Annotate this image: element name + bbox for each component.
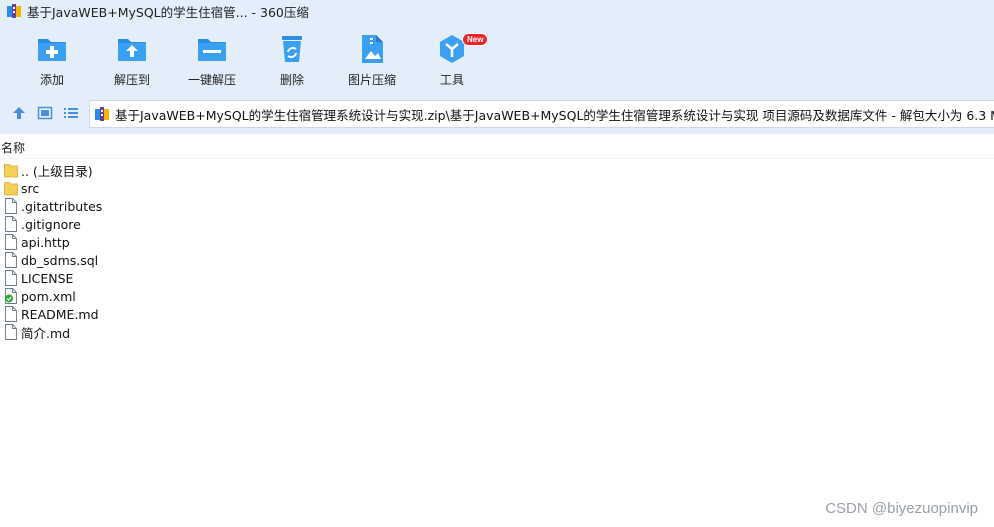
file-icon [5,324,17,340]
list-view-icon[interactable] [63,105,79,121]
column-header-name[interactable]: 名称 [0,139,994,159]
watermark: CSDN @biyezuopinvip [825,500,978,517]
new-badge: New [462,33,489,46]
file-list: .. (上级目录) src .gitattributes .gitignore … [0,161,994,341]
list-item-file[interactable]: .gitattributes [0,197,994,215]
extract-to-label: 解压到 [113,73,150,87]
extract-folder-icon [118,39,146,61]
file-name: 简介.md [21,325,71,341]
file-icon [5,306,17,322]
file-icon [5,252,17,268]
one-click-extract-label: 一键解压 [187,73,236,87]
zip-archive-icon [95,107,109,121]
archive-app-icon [7,4,21,18]
tools-label: 工具 [439,73,464,87]
folder-icon [4,164,18,178]
file-name: pom.xml [21,288,76,304]
toolbar: 添加 解压到 一键解压 删除 图片压缩 New 工具 [0,22,994,92]
add-folder-icon [38,39,66,61]
recycle-bin-icon [282,36,302,62]
file-icon [5,270,17,286]
delete-button[interactable]: 删除 [252,32,332,92]
file-name: src [21,180,40,196]
xml-file-icon [5,288,17,304]
file-name: README.md [21,306,99,322]
list-item-file[interactable]: db_sdms.sql [0,251,994,269]
list-item-file[interactable]: LICENSE [0,269,994,287]
add-label: 添加 [39,73,64,87]
window-title: 基于JavaWEB+MySQL的学生住宿管... - 360压缩 [27,4,309,20]
list-item-file[interactable]: README.md [0,305,994,323]
delete-label: 删除 [279,73,304,87]
list-item-folder[interactable]: src [0,179,994,197]
list-item-file[interactable]: pom.xml [0,287,994,305]
up-arrow-icon[interactable] [11,105,27,121]
one-click-extract-button[interactable]: 一键解压 [172,32,252,92]
image-compress-button[interactable]: 图片压缩 [332,32,412,92]
file-name: LICENSE [21,270,74,286]
list-item-file[interactable]: 简介.md [0,323,994,341]
file-name: .. (上级目录) [21,163,93,179]
add-button[interactable]: 添加 [12,32,92,92]
file-name: api.http [21,234,70,250]
list-item-file[interactable]: .gitignore [0,215,994,233]
file-name: .gitattributes [21,198,103,214]
file-name: .gitignore [21,216,81,232]
file-name: db_sdms.sql [21,252,99,268]
file-icon [5,216,17,232]
path-text: 基于JavaWEB+MySQL的学生住宿管理系统设计与实现.zip\基于Java… [115,107,994,123]
list-item-parent[interactable]: .. (上级目录) [0,161,994,179]
image-compress-label: 图片压缩 [347,73,396,87]
list-item-file[interactable]: api.http [0,233,994,251]
file-icon [5,198,17,214]
title-bar: 基于JavaWEB+MySQL的学生住宿管... - 360压缩 [0,0,994,22]
path-bar[interactable]: 基于JavaWEB+MySQL的学生住宿管理系统设计与实现.zip\基于Java… [89,100,994,128]
extract-to-button[interactable]: 解压到 [92,32,172,92]
folder-icon [4,182,18,196]
one-click-extract-icon [198,39,226,61]
thumbnail-view-icon[interactable] [37,105,53,121]
tools-button[interactable]: New 工具 [412,32,492,92]
image-compress-icon [362,35,383,63]
file-icon [5,234,17,250]
